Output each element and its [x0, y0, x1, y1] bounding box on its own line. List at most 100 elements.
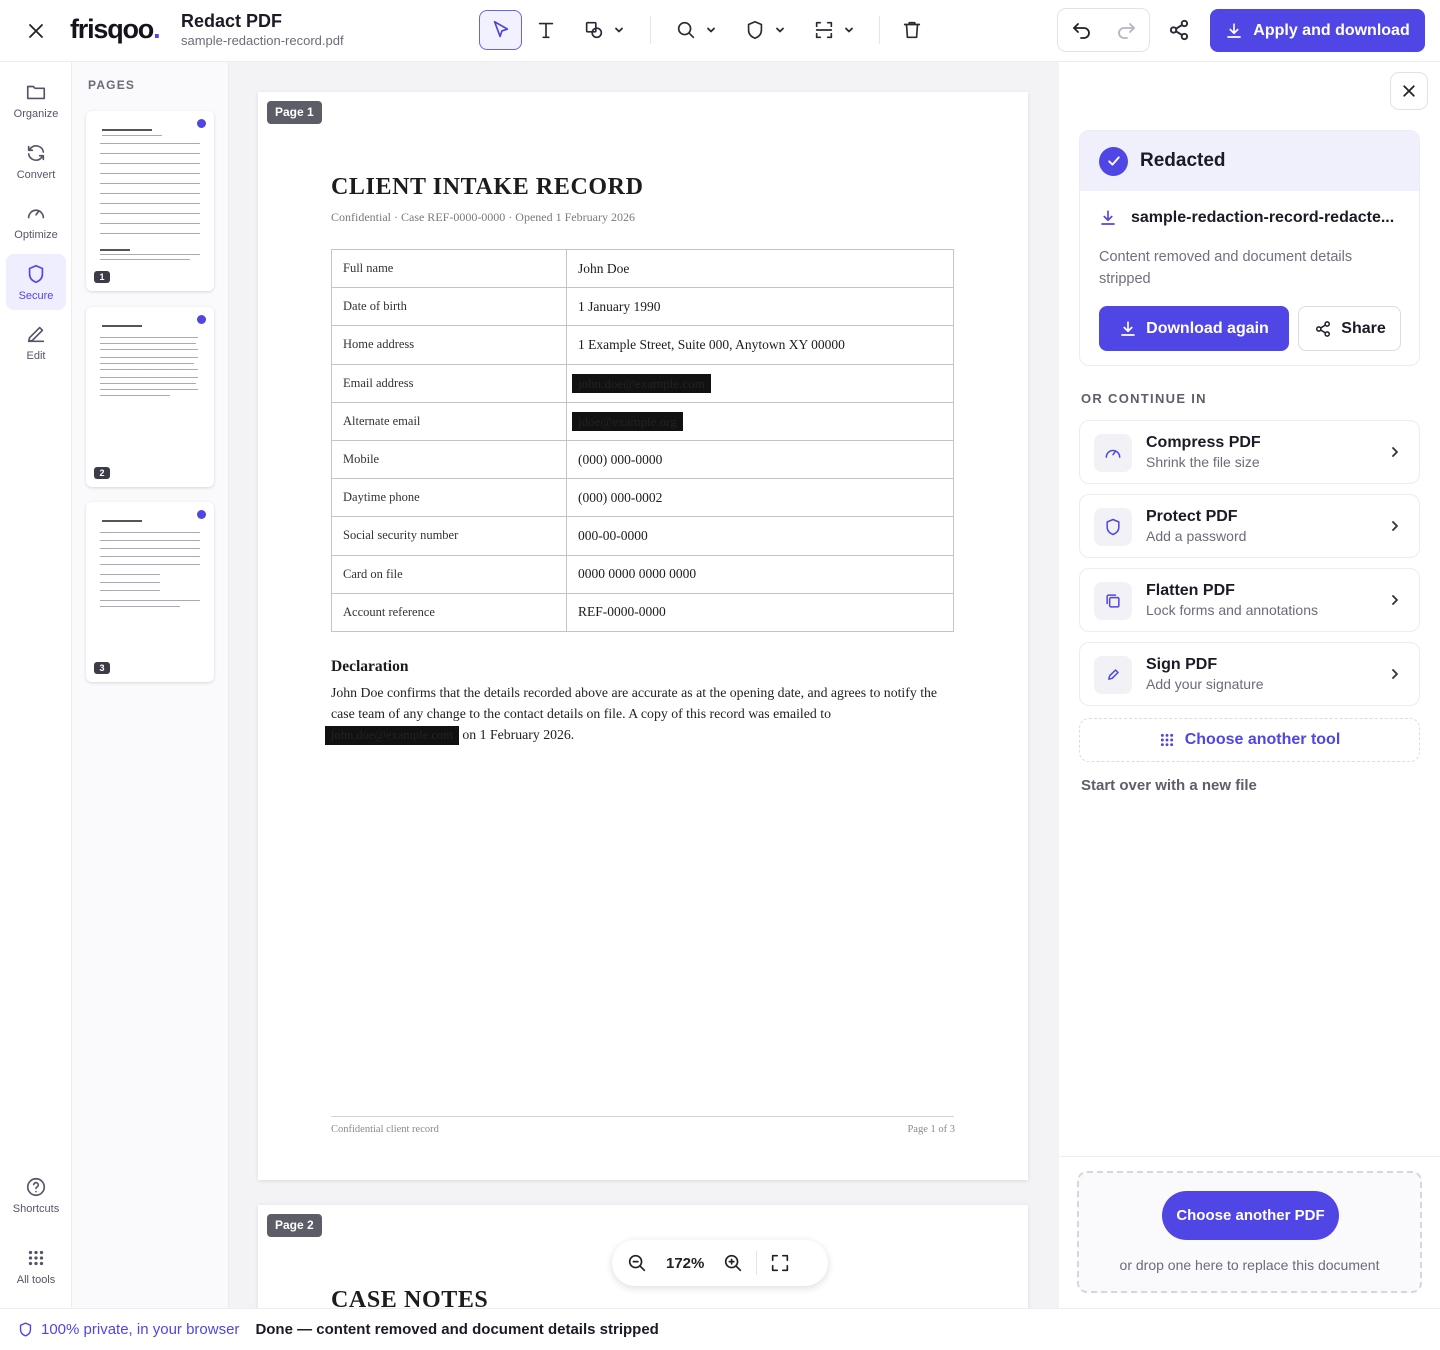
selected-dot	[197, 119, 206, 128]
fullscreen-button[interactable]	[769, 1252, 791, 1274]
share-button[interactable]: Share	[1298, 306, 1401, 351]
tool-desc: Shrink the file size	[1146, 454, 1260, 470]
rail-item-secure[interactable]: Secure	[6, 254, 66, 310]
file-name: sample-redaction-record.pdf	[181, 33, 344, 48]
page-thumbnail-2[interactable]: 2	[86, 307, 214, 487]
field-value: (000) 000-0000	[566, 439, 954, 480]
page-number-badge: 2	[94, 467, 110, 479]
declaration-body: John Doe confirms that the details recor…	[331, 685, 938, 721]
close-icon[interactable]	[18, 13, 54, 49]
privacy-text: 100% private, in your browser	[41, 1321, 240, 1338]
shapes-icon	[585, 21, 603, 39]
redact-tool-button[interactable]	[737, 10, 793, 50]
zoom-in-icon	[725, 1254, 742, 1272]
toolbar-divider	[879, 16, 880, 44]
table-row: Card on file 0000 0000 0000 0000	[331, 554, 954, 594]
download-icon	[1101, 210, 1115, 225]
tool-name: Sign PDF	[1146, 656, 1218, 673]
redacted-result-card: Redacted sample-redaction-record-redacte…	[1079, 130, 1420, 366]
document-title: CASE NOTES	[331, 1287, 489, 1308]
grid-icon	[28, 1250, 44, 1265]
document-viewer[interactable]: Page 1 CLIENT INTAKE RECORD Confidential…	[229, 62, 1059, 1308]
field-value: REF-0000-0000	[566, 592, 954, 632]
rail-item-all-tools[interactable]: All tools	[6, 1238, 66, 1294]
download-icon	[1121, 320, 1135, 336]
field-label: Home address	[331, 325, 567, 365]
page-thumbnail-1[interactable]: 1	[86, 111, 214, 291]
redo-button[interactable]	[1114, 19, 1138, 43]
search-icon	[677, 21, 695, 39]
undo-button[interactable]	[1070, 19, 1094, 43]
chevron-down-icon	[776, 27, 784, 33]
drop-zone[interactable]: Choose another PDF or drop one here to r…	[1077, 1171, 1422, 1293]
gauge-icon	[27, 208, 45, 218]
footer-right: Page 1 of 3	[907, 1124, 955, 1135]
choose-another-tool-button[interactable]: Choose another tool	[1079, 718, 1420, 762]
page-number-badge: 3	[94, 662, 110, 674]
text-tool-button[interactable]	[528, 10, 564, 50]
start-over-link[interactable]: Start over with a new file	[1081, 777, 1257, 794]
download-file-name: sample-redaction-record-redacte...	[1131, 209, 1395, 226]
field-label: Social security number	[331, 516, 567, 556]
rail-item-organize[interactable]: Organize	[6, 72, 66, 128]
area-select-tool-button[interactable]	[806, 10, 862, 50]
tool-card-protect[interactable]: Protect PDF Add a password	[1079, 494, 1420, 558]
rail-item-convert[interactable]: Convert	[6, 133, 66, 189]
chevron-right-icon	[1388, 667, 1402, 681]
chevron-right-icon	[1388, 519, 1402, 533]
shield-icon	[19, 1322, 32, 1337]
redo-icon	[1118, 23, 1135, 39]
redaction-box[interactable]: john.doe@example.com	[325, 726, 459, 745]
redaction-box[interactable]: john.doe@example.com	[572, 373, 711, 393]
table-row: Email address john.doe@example.com	[331, 363, 954, 403]
apply-and-download-button[interactable]: Apply and download	[1210, 9, 1425, 52]
page-thumbnail-3[interactable]: 3	[86, 502, 214, 682]
status-message: Done — content removed and document deta…	[255, 1321, 659, 1338]
field-value: (000) 000-0002	[566, 478, 954, 518]
shield-icon	[28, 264, 44, 283]
declaration-text: John Doe confirms that the details recor…	[325, 682, 951, 745]
share-label: Share	[1341, 319, 1386, 337]
tool-card-flatten[interactable]: Flatten PDF Lock forms and annotations	[1079, 568, 1420, 632]
rail-label: Convert	[16, 168, 56, 181]
page-tag: Page 2	[267, 1214, 322, 1237]
field-value: john.doe@example.com	[566, 363, 954, 403]
search-tool-button[interactable]	[668, 10, 724, 50]
rail-label: Secure	[18, 289, 54, 302]
rail-item-shortcuts[interactable]: Shortcuts	[6, 1167, 66, 1223]
table-row: Full name John Doe	[331, 248, 954, 289]
page-tag: Page 1	[267, 101, 322, 124]
tool-name: Protect PDF	[1146, 508, 1238, 525]
shape-tool-button[interactable]	[576, 10, 632, 50]
share-button-top[interactable]	[1166, 17, 1192, 43]
table-row: Daytime phone (000) 000-0002	[331, 478, 954, 518]
field-value: jdoe@example.org	[566, 401, 954, 441]
table-row: Mobile (000) 000-0000	[331, 439, 954, 480]
download-file-link[interactable]: sample-redaction-record-redacte...	[1099, 209, 1409, 227]
shield-icon	[1094, 508, 1132, 546]
cursor-icon	[493, 20, 508, 38]
left-rail: Organize Convert Optimize Secure Edit Sh…	[0, 62, 72, 1308]
panel-divider	[1059, 1156, 1440, 1157]
rail-label: All tools	[16, 1273, 56, 1286]
zoom-in-button[interactable]	[722, 1252, 744, 1274]
tool-card-compress[interactable]: Compress PDF Shrink the file size	[1079, 420, 1420, 484]
delete-button[interactable]	[894, 10, 930, 50]
zoom-out-button[interactable]	[626, 1252, 648, 1274]
select-tool-button[interactable]	[479, 10, 522, 50]
drop-hint: or drop one here to replace this documen…	[1119, 1257, 1380, 1273]
download-again-button[interactable]: Download again	[1099, 306, 1289, 351]
field-label: Mobile	[331, 439, 567, 480]
document-page-1: Page 1 CLIENT INTAKE RECORD Confidential…	[258, 92, 1028, 1180]
close-panel-button[interactable]	[1390, 72, 1428, 110]
grid-icon	[1160, 733, 1173, 747]
rail-item-edit[interactable]: Edit	[6, 314, 66, 370]
tool-desc: Add your signature	[1146, 676, 1264, 692]
redaction-box[interactable]: jdoe@example.org	[572, 411, 683, 431]
field-label: Full name	[331, 248, 567, 289]
selected-dot	[197, 315, 206, 324]
tool-card-sign[interactable]: Sign PDF Add your signature	[1079, 642, 1420, 706]
rail-item-optimize[interactable]: Optimize	[6, 193, 66, 249]
choose-another-pdf-button[interactable]: Choose another PDF	[1162, 1191, 1339, 1240]
document-title: CLIENT INTAKE RECORD	[331, 174, 644, 200]
